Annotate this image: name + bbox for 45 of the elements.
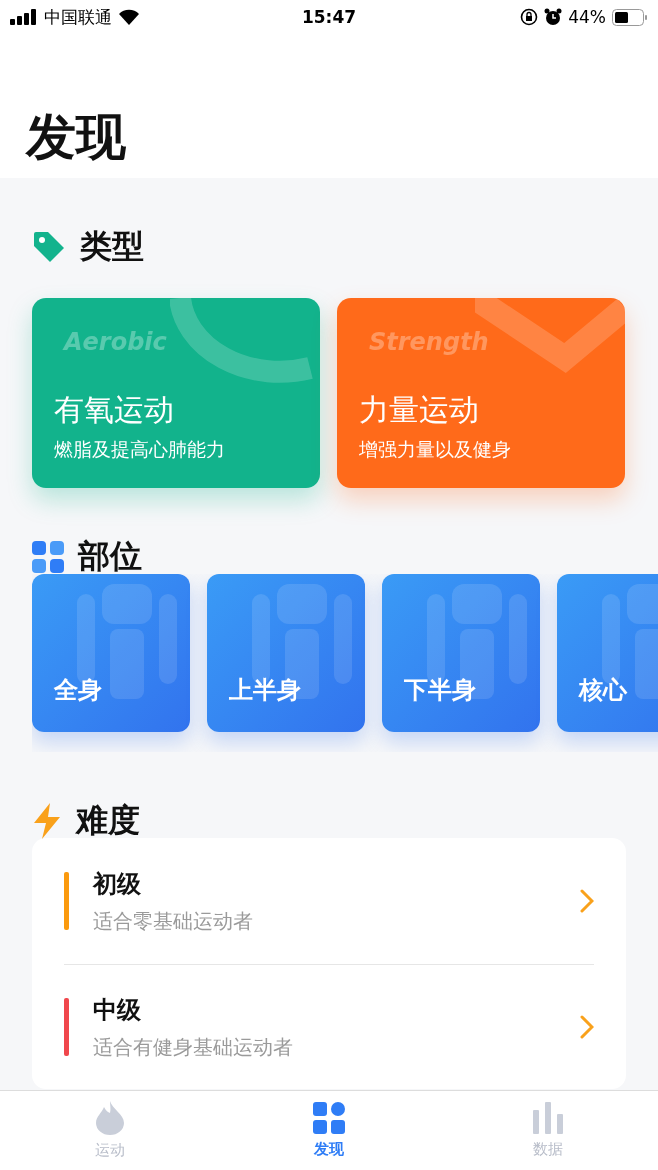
- battery-percent: 44%: [568, 7, 606, 27]
- grid-icon: [32, 541, 64, 573]
- clock-time: 15:47: [301, 7, 357, 27]
- section-title: 部位: [78, 536, 142, 577]
- difficulty-row[interactable]: 中级 适合有健身基础运动者: [64, 965, 594, 1089]
- level-description: 适合有健身基础运动者: [93, 1033, 293, 1061]
- card-title: 力量运动: [359, 391, 479, 429]
- level-description: 适合零基础运动者: [93, 907, 253, 935]
- card-subtitle: 燃脂及提高心肺能力: [54, 437, 225, 462]
- chevron-right-icon: [580, 1015, 594, 1039]
- level-title: 中级: [93, 994, 141, 1026]
- card-subtitle: 增强力量以及健身: [359, 437, 511, 462]
- body-part-label: 上半身: [229, 675, 301, 706]
- chevron-right-icon: [580, 889, 594, 913]
- lightning-icon: [32, 803, 62, 839]
- section-title: 类型: [80, 226, 144, 267]
- wifi-icon: [118, 9, 140, 25]
- battery-icon: [612, 8, 648, 26]
- tab-bar-item[interactable]: 运动: [0, 1091, 220, 1170]
- workout-type-card[interactable]: Aerobic 有氧运动 燃脂及提高心肺能力: [32, 298, 320, 488]
- level-title: 初级: [93, 868, 141, 900]
- page-title: 发现: [24, 107, 127, 168]
- signal-icon: [10, 9, 38, 25]
- body-part-card[interactable]: 全身: [32, 574, 190, 732]
- flame-icon: [93, 1101, 126, 1135]
- tab-bar-item[interactable]: 数据: [438, 1091, 658, 1170]
- body-part-card[interactable]: 核心: [557, 574, 658, 732]
- body-part-label: 全身: [54, 675, 102, 706]
- rotation-lock-icon: [520, 8, 539, 26]
- card-watermark: Aerobic: [64, 328, 167, 356]
- workout-type-card[interactable]: Strength 力量运动 增强力量以及健身: [337, 298, 625, 488]
- body-part-card[interactable]: 下半身: [382, 574, 540, 732]
- section-title: 难度: [76, 800, 140, 841]
- tag-icon: [32, 230, 66, 264]
- grid-icon: [313, 1102, 345, 1134]
- card-title: 有氧运动: [54, 391, 174, 429]
- card-watermark: Strength: [369, 328, 489, 356]
- bar-chart-icon: [533, 1102, 564, 1134]
- alarm-clock-icon: [544, 8, 563, 26]
- body-part-card[interactable]: 上半身: [207, 574, 365, 732]
- body-part-label: 下半身: [404, 675, 476, 706]
- body-part-label: 核心: [579, 675, 627, 706]
- carrier-name: 中国联通: [44, 5, 112, 29]
- difficulty-row[interactable]: 初级 适合零基础运动者: [64, 838, 594, 965]
- tab-bar-item[interactable]: 发现: [219, 1091, 439, 1170]
